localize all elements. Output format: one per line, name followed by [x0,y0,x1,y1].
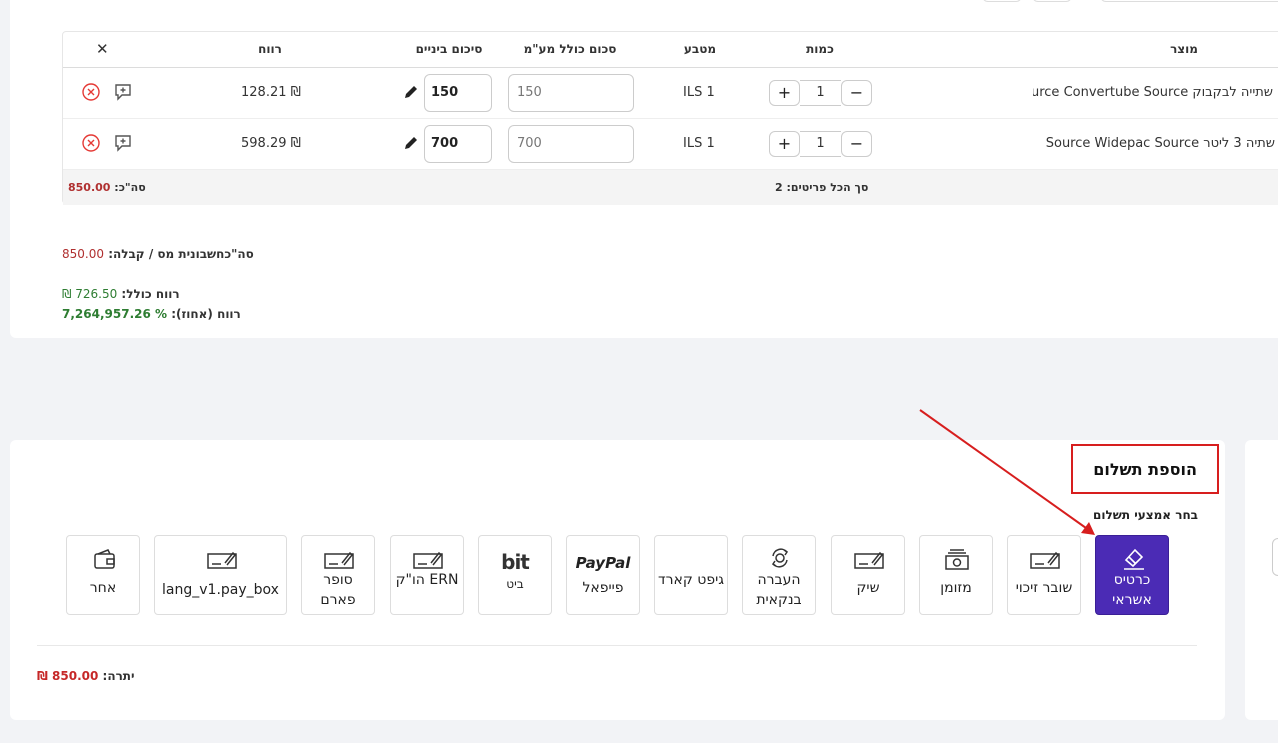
bank-transfer-icon [771,548,789,568]
payment-method-paypal[interactable]: PayPal פייפאל [566,535,640,615]
payment-method-label: שובר זיכוי [1015,580,1073,596]
quantity-stepper: + 1 − [769,131,872,157]
add-note-icon[interactable] [113,133,133,153]
product-name: שתייה לבקבוק Source Convertube Source [1033,85,1273,100]
table-row: שתייה לבקבוק Source Convertube Source + … [63,68,1278,119]
payment-method-paybox[interactable]: lang_v1.pay_box [154,535,287,615]
balance-label: יתרה: [102,669,135,683]
decrement-button[interactable]: − [841,80,872,106]
wallet-icon [94,549,115,569]
side-handle[interactable] [1272,538,1278,576]
items-count-value: 2 [775,181,783,194]
payment-method-label: אחר [89,580,117,596]
super-pharm-icon [324,551,354,569]
quantity-value[interactable]: 1 [800,80,841,106]
payment-method-bank-transfer[interactable]: העברה בנקאית [742,535,816,615]
voucher-icon [1030,551,1060,569]
items-count: סך הכל פריטים: 2 [775,181,868,194]
bit-icon: bit [501,550,530,574]
payment-method-label: כרטיס אשראי [1112,572,1152,608]
paybox-icon [207,551,237,569]
profit-value: 598.29 ₪ [241,136,301,151]
remove-icon[interactable] [81,82,101,102]
payment-method-gift-card[interactable]: גיפט קארד [654,535,728,615]
header-currency: מטבע [683,42,717,56]
quantity-value[interactable]: 1 [800,131,841,157]
header-quantity: כמות [806,42,834,56]
table-header: מוצר כמות מטבע סכום כולל מע"מ סיכום ביני… [63,32,1278,68]
items-table: מוצר כמות מטבע סכום כולל מע"מ סיכום ביני… [62,31,1278,205]
currency-value: ILS 1 [683,85,715,100]
header-product: מוצר [1170,42,1198,56]
balance-value: 850.00 ₪ [37,669,99,683]
payment-method-label: גיפט קארד [657,572,724,588]
profit-percent-label: רווח (אחוז): [171,307,241,321]
table-total-label: סה"כ: [114,181,146,194]
pencil-icon[interactable] [403,135,419,151]
search-input[interactable] [1100,0,1278,2]
decrement-button[interactable]: − [841,131,872,157]
add-note-icon[interactable] [113,82,133,102]
payment-subtitle: בחר אמצעי תשלום [1093,508,1198,522]
payment-method-label: lang_v1.pay_box [162,582,279,598]
table-row: שתיה 3 ליטר Source Widepac Source + 1 − … [63,119,1278,170]
payment-title-box: הוספת תשלום [1071,444,1219,494]
payment-title: הוספת תשלום [1093,460,1197,479]
table-footer: סך הכל פריטים: 2 סה"כ: 850.00 [63,170,1278,205]
toolbar-button[interactable] [982,0,1022,2]
quantity-stepper: + 1 − [769,80,872,106]
increment-button[interactable]: + [769,131,800,157]
profit-percent: רווח (אחוז): % 7,264,957.26 [62,307,241,321]
payment-method-label: שיק [856,580,880,596]
profit-value: 128.21 ₪ [241,85,301,100]
balance: יתרה: 850.00 ₪ [37,669,135,683]
total-profit: רווח כולל: 726.50 ₪ [62,287,180,301]
check-icon [854,551,884,569]
total-incl-vat-input[interactable]: 150 [508,74,634,112]
payment-method-super-pharm[interactable]: סופר פארם [301,535,375,615]
table-total-value: 850.00 [68,181,111,194]
header-total-incl-vat: סכום כולל מע"מ [523,42,617,56]
payment-method-label: ביט [506,577,524,591]
cost-input[interactable]: 700 [424,125,492,163]
invoice-total-value: 850.00 [62,247,104,261]
currency-value: ILS 1 [683,136,715,151]
items-count-label: סך הכל פריטים: [786,181,869,194]
total-profit-label: רווח כולל: [121,287,180,301]
toolbar-button[interactable] [1032,0,1072,2]
product-name: שתיה 3 ליטר Source Widepac Source [1045,136,1275,151]
invoice-total-label: סה"כחשבונית מס / קבלה: [108,247,254,261]
total-profit-value: 726.50 ₪ [62,287,118,301]
pencil-icon[interactable] [403,84,419,100]
header-cost-total: סיכום ביניים [415,42,483,56]
payment-method-cash[interactable]: מזומן [919,535,993,615]
side-card [1245,440,1278,720]
credit-card-icon [1124,548,1144,570]
invoice-total: סה"כחשבונית מס / קבלה: 850.00 [62,247,254,261]
payment-method-bit[interactable]: bit ביט [478,535,552,615]
paypal-icon: PayPal [575,554,631,572]
close-icon[interactable]: ✕ [96,40,109,58]
profit-percent-value: % 7,264,957.26 [62,307,168,321]
remove-icon[interactable] [81,133,101,153]
total-incl-vat-input[interactable]: 700 [508,125,634,163]
standing-order-icon [413,551,443,569]
increment-button[interactable]: + [769,80,800,106]
cost-input[interactable]: 150 [424,74,492,112]
payment-method-label: פייפאל [582,580,624,596]
cash-icon [945,549,969,570]
payment-method-other[interactable]: אחר [66,535,140,615]
payment-method-credit-card[interactable]: כרטיס אשראי [1095,535,1169,615]
payment-method-label: העברה בנקאית [756,572,802,608]
divider [37,645,1197,646]
payment-method-label: הו"ק ERN [395,572,459,588]
payment-method-label: מזומן [940,580,972,596]
payment-method-label: סופר פארם [320,572,356,608]
payment-method-standing-order[interactable]: הו"ק ERN [390,535,464,615]
table-total: סה"כ: 850.00 [68,181,146,194]
payment-method-check[interactable]: שיק [831,535,905,615]
header-profit: רווח [258,42,282,56]
payment-method-voucher[interactable]: שובר זיכוי [1007,535,1081,615]
